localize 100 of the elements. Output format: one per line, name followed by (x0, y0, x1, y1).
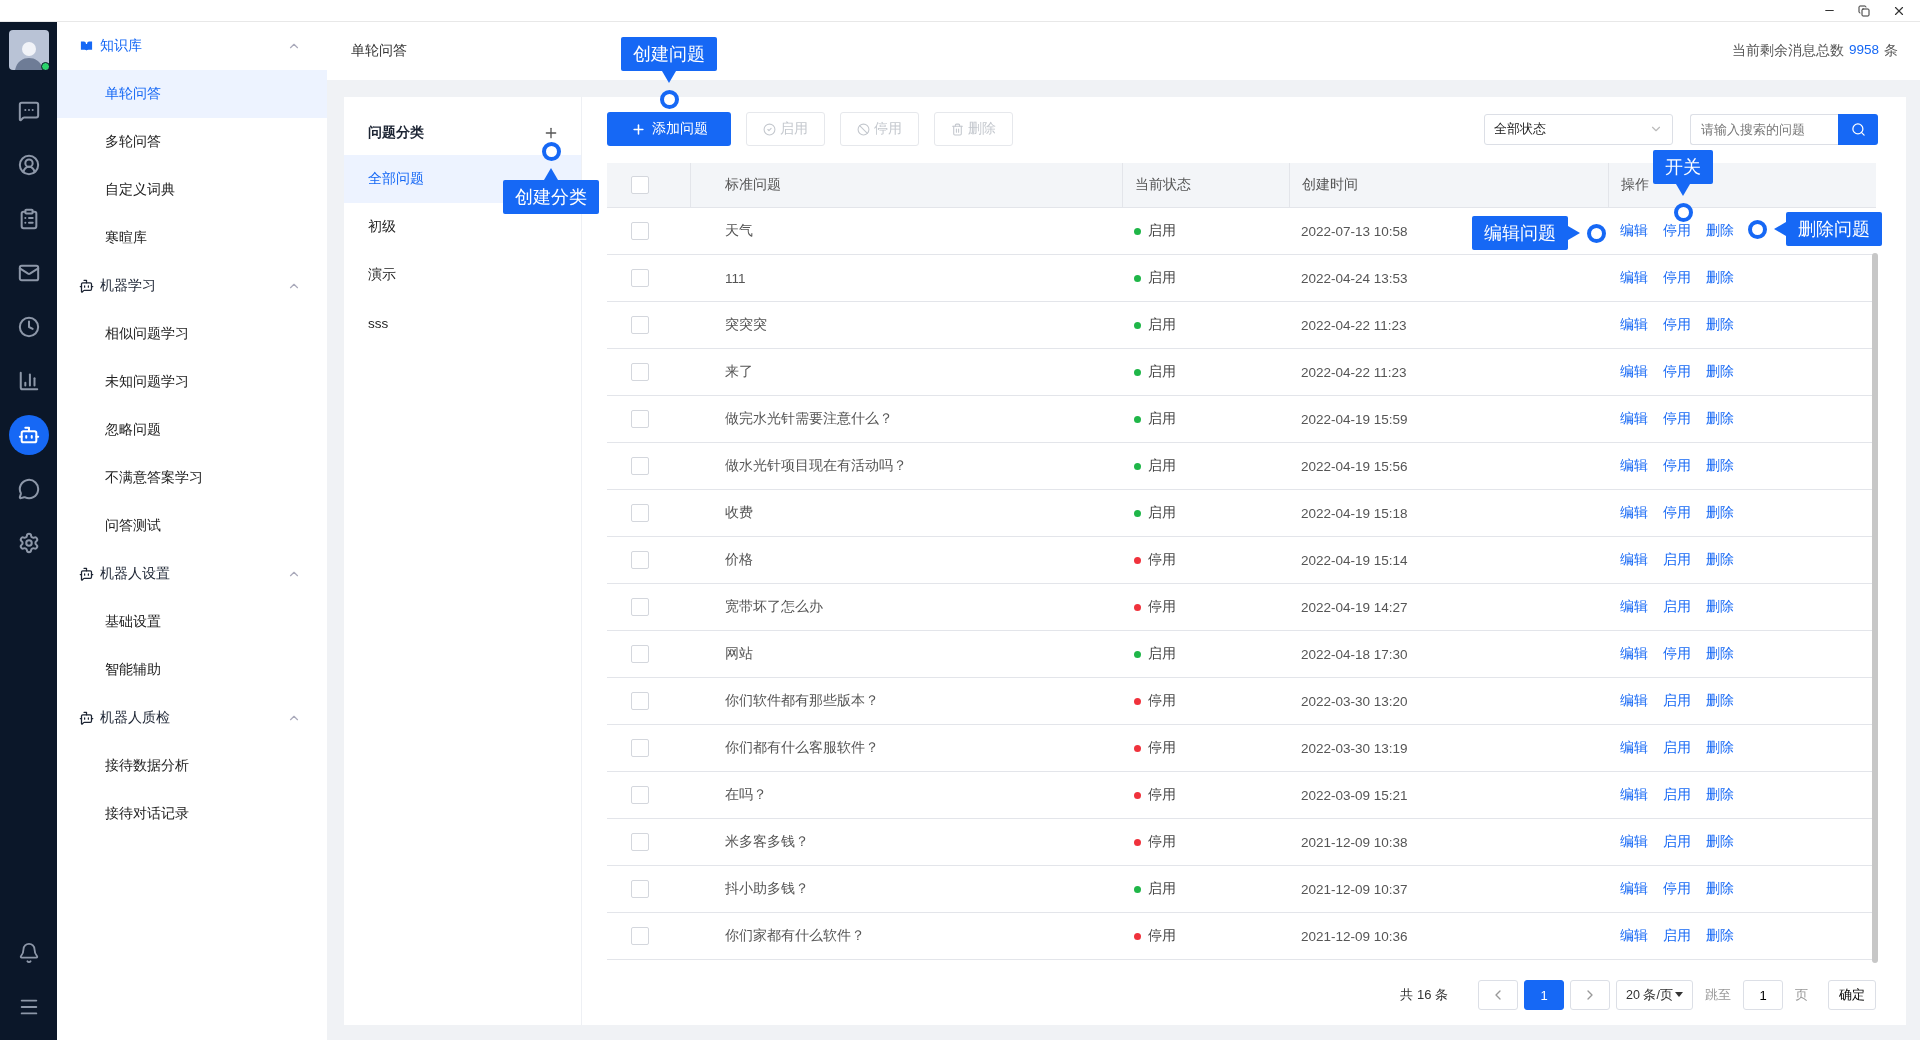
action-link[interactable]: 编辑 (1620, 269, 1648, 287)
action-link[interactable]: 编辑 (1620, 598, 1648, 616)
menu-item[interactable]: 接待对话记录 (57, 790, 327, 838)
menu-item[interactable]: 自定义词典 (57, 166, 327, 214)
action-link[interactable]: 编辑 (1620, 316, 1648, 334)
action-link[interactable]: 删除 (1706, 363, 1734, 381)
action-link[interactable]: 编辑 (1620, 880, 1648, 898)
action-link[interactable]: 编辑 (1620, 927, 1648, 945)
action-link[interactable]: 启用 (1663, 692, 1691, 710)
menu-item[interactable]: 问答测试 (57, 502, 327, 550)
action-link[interactable]: 编辑 (1620, 739, 1648, 757)
action-link[interactable]: 删除 (1706, 551, 1734, 569)
action-link[interactable]: 编辑 (1620, 363, 1648, 381)
total-count: 共 16 条 (1400, 986, 1448, 1004)
action-link[interactable]: 删除 (1706, 739, 1734, 757)
action-link[interactable]: 停用 (1663, 269, 1691, 287)
action-link[interactable]: 编辑 (1620, 410, 1648, 428)
table-cell: 2021-12-09 10:36 (1301, 928, 1408, 944)
category-item[interactable]: 演示 (344, 251, 581, 299)
table-cell: 你们家都有什么软件？ (725, 927, 865, 945)
action-link[interactable]: 删除 (1706, 316, 1734, 334)
action-link[interactable]: 删除 (1706, 269, 1734, 287)
jump-label: 跳至 (1704, 986, 1732, 1004)
action-link[interactable]: 停用 (1663, 504, 1691, 522)
table-cell: 2021-12-09 10:37 (1301, 881, 1408, 897)
table-cell: 你们都有什么客服软件？ (725, 739, 879, 757)
action-link[interactable]: 启用 (1663, 786, 1691, 804)
table-cell: 2022-04-19 15:59 (1301, 411, 1408, 427)
table-cell: 2022-03-30 13:19 (1301, 740, 1408, 756)
action-link[interactable]: 启用 (1663, 739, 1691, 757)
action-link[interactable]: 删除 (1706, 833, 1734, 851)
action-link[interactable]: 编辑 (1620, 457, 1648, 475)
action-link[interactable]: 停用 (1663, 645, 1691, 663)
action-link[interactable]: 删除 (1706, 222, 1734, 240)
category-item[interactable]: sss (344, 299, 581, 347)
menu-item[interactable]: 忽略问题 (57, 406, 327, 454)
table-cell: 来了 (725, 363, 753, 381)
action-link[interactable]: 编辑 (1620, 504, 1648, 522)
table-cell: 2022-07-13 10:58 (1301, 223, 1408, 239)
action-link[interactable]: 删除 (1706, 598, 1734, 616)
menu-group-header[interactable]: 机器学习 (57, 262, 327, 310)
callout-label: 删除问题 (1786, 212, 1882, 246)
action-link[interactable]: 启用 (1663, 833, 1691, 851)
menu-item[interactable]: 基础设置 (57, 598, 327, 646)
column-header: 创建时间 (1302, 176, 1358, 194)
menu-group-header[interactable]: 知识库 (57, 22, 327, 70)
action-link[interactable]: 启用 (1663, 927, 1691, 945)
action-link[interactable]: 删除 (1706, 504, 1734, 522)
search-field[interactable]: 请输入搜索的问题 (1690, 113, 1838, 145)
action-link[interactable]: 删除 (1706, 927, 1734, 945)
menu-item[interactable]: 单轮问答 (57, 70, 327, 118)
table-cell: 111 (725, 270, 746, 286)
action-link[interactable]: 编辑 (1620, 645, 1648, 663)
category-title: 问题分类 (368, 124, 424, 142)
action-link[interactable]: 删除 (1706, 410, 1734, 428)
add-question-button[interactable]: 添加问题 (607, 112, 731, 146)
action-link[interactable]: 编辑 (1620, 833, 1648, 851)
confirm-button[interactable]: 确定 (1828, 980, 1876, 1010)
table-cell: 2021-12-09 10:38 (1301, 834, 1408, 850)
table-cell: 2022-04-18 17:30 (1301, 646, 1408, 662)
status-select[interactable]: 全部状态 (1484, 113, 1673, 145)
menu-group-header[interactable]: 机器人质检 (57, 694, 327, 742)
page-button[interactable]: 1 (1524, 980, 1564, 1010)
menu-item[interactable]: 寒暄库 (57, 214, 327, 262)
table-cell: 2022-03-30 13:20 (1301, 693, 1408, 709)
menu-item[interactable]: 相似问题学习 (57, 310, 327, 358)
action-link[interactable]: 编辑 (1620, 551, 1648, 569)
menu-item[interactable]: 智能辅助 (57, 646, 327, 694)
action-link[interactable]: 编辑 (1620, 692, 1648, 710)
table-cell: 网站 (725, 645, 753, 663)
table-cell: 突突突 (725, 316, 767, 334)
menu-item[interactable]: 不满意答案学习 (57, 454, 327, 502)
action-link[interactable]: 启用 (1663, 598, 1691, 616)
action-link[interactable]: 删除 (1706, 786, 1734, 804)
counter-value: 9958 (1848, 42, 1879, 59)
page-size-select[interactable]: 20 条/页 (1616, 980, 1693, 1010)
action-link[interactable]: 编辑 (1620, 786, 1648, 804)
callout-label: 开关 (1653, 150, 1713, 184)
action-link[interactable]: 停用 (1663, 880, 1691, 898)
table-cell: 天气 (725, 222, 753, 240)
action-link[interactable]: 停用 (1663, 410, 1691, 428)
action-link[interactable]: 删除 (1706, 692, 1734, 710)
menu-group-header[interactable]: 机器人设置 (57, 550, 327, 598)
action-link[interactable]: 启用 (1663, 551, 1691, 569)
action-link[interactable]: 删除 (1706, 457, 1734, 475)
menu-item[interactable]: 接待数据分析 (57, 742, 327, 790)
status-text: 停用 (1148, 551, 1176, 569)
table-cell: 收费 (725, 504, 753, 522)
action-link[interactable]: 删除 (1706, 645, 1734, 663)
action-link[interactable]: 编辑 (1620, 222, 1648, 240)
jump-field[interactable]: 1 (1743, 980, 1783, 1010)
action-link[interactable]: 停用 (1663, 457, 1691, 475)
table-cell: 米多客多钱？ (725, 833, 809, 851)
action-link[interactable]: 停用 (1663, 222, 1691, 240)
action-link[interactable]: 停用 (1663, 363, 1691, 381)
menu-item[interactable]: 未知问题学习 (57, 358, 327, 406)
menu-item[interactable]: 多轮问答 (57, 118, 327, 166)
status-text: 停用 (1148, 739, 1176, 757)
action-link[interactable]: 停用 (1663, 316, 1691, 334)
action-link[interactable]: 删除 (1706, 880, 1734, 898)
